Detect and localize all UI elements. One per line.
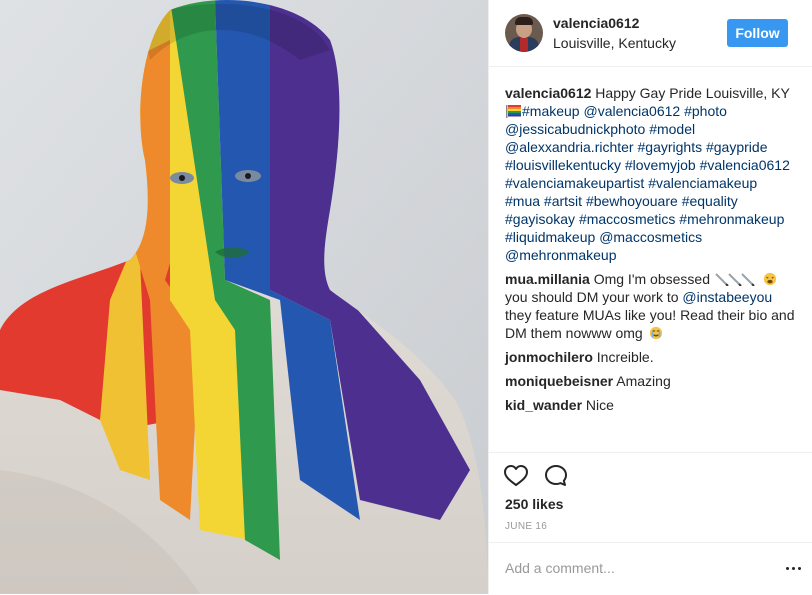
post-side-panel: valencia0612 Louisville, Kentucky Follow… [488,0,812,594]
caption-hashtag[interactable]: #valenciamakeup [648,175,757,191]
post-photo[interactable] [0,0,488,594]
caption-hashtag[interactable]: #mua [505,193,540,209]
avatar[interactable] [505,14,543,52]
comment-item: moniquebeisner Amazing [505,372,795,390]
comment-item: kid_wander Nice [505,396,795,414]
caption-hashtag[interactable]: #artsit [544,193,582,209]
crying-face-emoji-icon [649,326,662,340]
author-username[interactable]: valencia0612 [553,15,639,31]
caption-hashtag[interactable]: #liquidmakeup [505,229,595,245]
weary-face-emoji-icon [763,272,776,286]
caption-hashtag[interactable]: #equality [682,193,738,209]
comment-mention[interactable]: @instabeeyou [682,289,772,305]
add-comment-bar: Add a comment... [489,542,812,595]
comment-username[interactable]: mua.millania [505,271,590,287]
add-comment-input[interactable]: Add a comment... [505,560,615,576]
comment-text: Increible. [596,349,654,365]
rainbow-flag-emoji [506,105,521,118]
comment-text: Amazing [616,373,671,389]
caption-hashtags: #makeup @valencia0612 #photo @jessicabud… [505,103,790,263]
knife-emoji-icon [715,273,755,286]
comment-item: jonmochilero Increible. [505,348,795,366]
follow-button[interactable]: Follow [727,19,788,47]
rainbow-body-paint-photo [0,0,488,594]
caption-hashtag[interactable]: #valencia0612 [700,157,790,173]
comment-text: Nice [585,397,614,413]
instagram-post: valencia0612 Louisville, Kentucky Follow… [0,0,812,594]
caption-hashtag[interactable]: #maccosmetics [579,211,675,227]
caption-hashtag[interactable]: #makeup [522,103,580,119]
caption-hashtag[interactable]: #gaypride [706,139,768,155]
caption-username[interactable]: valencia0612 [505,85,591,101]
caption: valencia0612 Happy Gay Pride Louisville,… [505,84,795,264]
speech-bubble-icon[interactable] [543,463,569,489]
more-dots-icon[interactable] [786,567,802,571]
caption-text: Happy Gay Pride Louisville, KY [595,85,790,101]
caption-hashtag[interactable]: #valenciamakeupartist [505,175,644,191]
heart-outline-icon[interactable] [503,463,529,489]
caption-hashtag[interactable]: @alexxandria.richter [505,139,634,155]
comment-text: Omg I'm obsessed [593,271,710,287]
caption-hashtag[interactable]: @jessicabudnickphoto [505,121,645,137]
comment-username[interactable]: jonmochilero [505,349,593,365]
caption-hashtag[interactable]: #bewhoyouare [586,193,678,209]
comment-username[interactable]: kid_wander [505,397,582,413]
caption-hashtag[interactable]: #gayisokay [505,211,575,227]
caption-hashtag[interactable]: @valencia0612 [583,103,680,119]
post-header: valencia0612 Louisville, Kentucky Follow [489,0,812,67]
comment-username[interactable]: moniquebeisner [505,373,613,389]
likes-count[interactable]: 250 likes [505,496,563,512]
comment-item: mua.millania Omg I'm obsessed you should… [505,270,795,342]
post-actions: 250 likes JUNE 16 [489,452,812,543]
comments-list: valencia0612 Happy Gay Pride Louisville,… [505,84,795,420]
caption-hashtag[interactable]: #gayrights [638,139,703,155]
comment-text: you should DM your work to [505,289,679,305]
caption-hashtag[interactable]: #louisvillekentucky [505,157,621,173]
post-date[interactable]: JUNE 16 [505,521,547,532]
caption-hashtag[interactable]: #mehronmakeup [679,211,784,227]
caption-hashtag[interactable]: #lovemyjob [625,157,696,173]
caption-hashtag[interactable]: #photo [684,103,727,119]
caption-hashtag[interactable]: @mehronmakeup [505,247,617,263]
post-location[interactable]: Louisville, Kentucky [553,35,676,51]
caption-hashtag[interactable]: #model [649,121,695,137]
caption-hashtag[interactable]: @maccosmetics [599,229,702,245]
